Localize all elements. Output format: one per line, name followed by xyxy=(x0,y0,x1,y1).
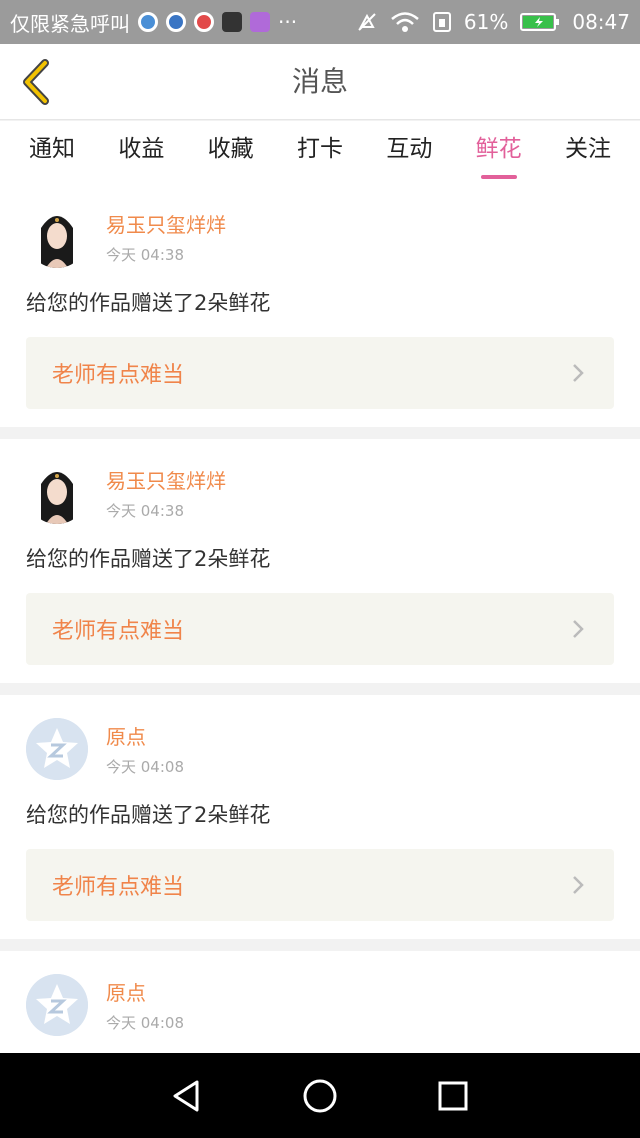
mute-icon xyxy=(358,13,376,31)
work-link[interactable]: 老师有点难当 xyxy=(26,849,614,921)
more-notifications-icon: ··· xyxy=(278,10,298,34)
work-link[interactable]: 老师有点难当 xyxy=(26,593,614,665)
app-notification-icon xyxy=(138,12,158,32)
tab-favorites[interactable]: 收藏 xyxy=(195,121,267,183)
message-card: 易玉只玺烊烊 今天 04:38 给您的作品赠送了2朵鲜花 老师有点难当 xyxy=(0,439,640,683)
message-card: 易玉只玺烊烊 今天 04:38 给您的作品赠送了2朵鲜花 老师有点难当 xyxy=(0,183,640,427)
back-chevron-icon xyxy=(23,59,49,105)
gallery-notification-icon xyxy=(250,12,270,32)
default-avatar-icon xyxy=(26,974,88,1036)
avatar[interactable] xyxy=(26,462,88,524)
message-time: 今天 04:08 xyxy=(106,1014,184,1032)
message-text: 给您的作品赠送了2朵鲜花 xyxy=(26,547,271,571)
back-button[interactable] xyxy=(16,58,56,106)
avatar[interactable] xyxy=(26,718,88,780)
avatar[interactable] xyxy=(26,206,88,268)
user-name[interactable]: 原点 xyxy=(106,977,184,1006)
work-title: 老师有点难当 xyxy=(52,619,185,644)
carrier-text: 仅限紧急呼叫 xyxy=(10,11,130,36)
tab-following[interactable]: 关注 xyxy=(552,121,624,183)
user-name[interactable]: 易玉只玺烊烊 xyxy=(106,465,226,494)
message-card: 原点 今天 04:08 给您的作品赠送了2朵鲜花 老师有点难当 xyxy=(0,695,640,939)
message-card: 原点 今天 04:08 xyxy=(0,951,640,1053)
tab-checkin[interactable]: 打卡 xyxy=(284,121,356,183)
battery-percent: 61% xyxy=(463,10,509,34)
app-notification-icon xyxy=(194,12,214,32)
tab-flowers[interactable]: 鲜花 xyxy=(463,121,535,183)
work-title: 老师有点难当 xyxy=(52,363,185,388)
nav-back-icon[interactable] xyxy=(169,1078,205,1114)
avatar[interactable] xyxy=(26,974,88,1036)
tab-bar: 通知 收益 收藏 打卡 互动 鲜花 关注 xyxy=(0,121,640,183)
battery-icon xyxy=(520,13,560,31)
nav-recents-icon[interactable] xyxy=(435,1078,471,1114)
chevron-right-icon xyxy=(573,364,584,382)
nav-home-icon[interactable] xyxy=(302,1078,338,1114)
message-time: 今天 04:38 xyxy=(106,246,184,264)
tab-earnings[interactable]: 收益 xyxy=(105,121,177,183)
portrait-avatar-icon xyxy=(26,206,88,268)
chevron-right-icon xyxy=(573,620,584,638)
work-title: 老师有点难当 xyxy=(52,875,185,900)
tab-interaction[interactable]: 互动 xyxy=(373,121,445,183)
user-name[interactable]: 易玉只玺烊烊 xyxy=(106,209,226,238)
sim-icon xyxy=(432,12,451,32)
tab-notifications[interactable]: 通知 xyxy=(16,121,88,183)
work-link[interactable]: 老师有点难当 xyxy=(26,337,614,409)
status-bar: 仅限紧急呼叫 ··· 61% 08:47 xyxy=(0,0,640,44)
default-avatar-icon xyxy=(26,718,88,780)
message-text: 给您的作品赠送了2朵鲜花 xyxy=(26,803,271,827)
chevron-right-icon xyxy=(573,876,584,894)
message-list: 易玉只玺烊烊 今天 04:38 给您的作品赠送了2朵鲜花 老师有点难当 易玉只玺… xyxy=(0,183,640,1053)
message-text: 给您的作品赠送了2朵鲜花 xyxy=(26,291,271,315)
user-name[interactable]: 原点 xyxy=(106,721,184,750)
clock: 08:47 xyxy=(572,10,630,34)
wifi-icon xyxy=(391,12,419,32)
page-title: 消息 xyxy=(291,65,348,98)
system-nav-bar xyxy=(0,1053,640,1138)
app-header: 消息 xyxy=(0,44,640,120)
message-time: 今天 04:08 xyxy=(106,758,184,776)
message-time: 今天 04:38 xyxy=(106,502,184,520)
app-notification-icon xyxy=(166,12,186,32)
portrait-avatar-icon xyxy=(26,462,88,524)
avatar-notification-icon xyxy=(222,12,242,32)
